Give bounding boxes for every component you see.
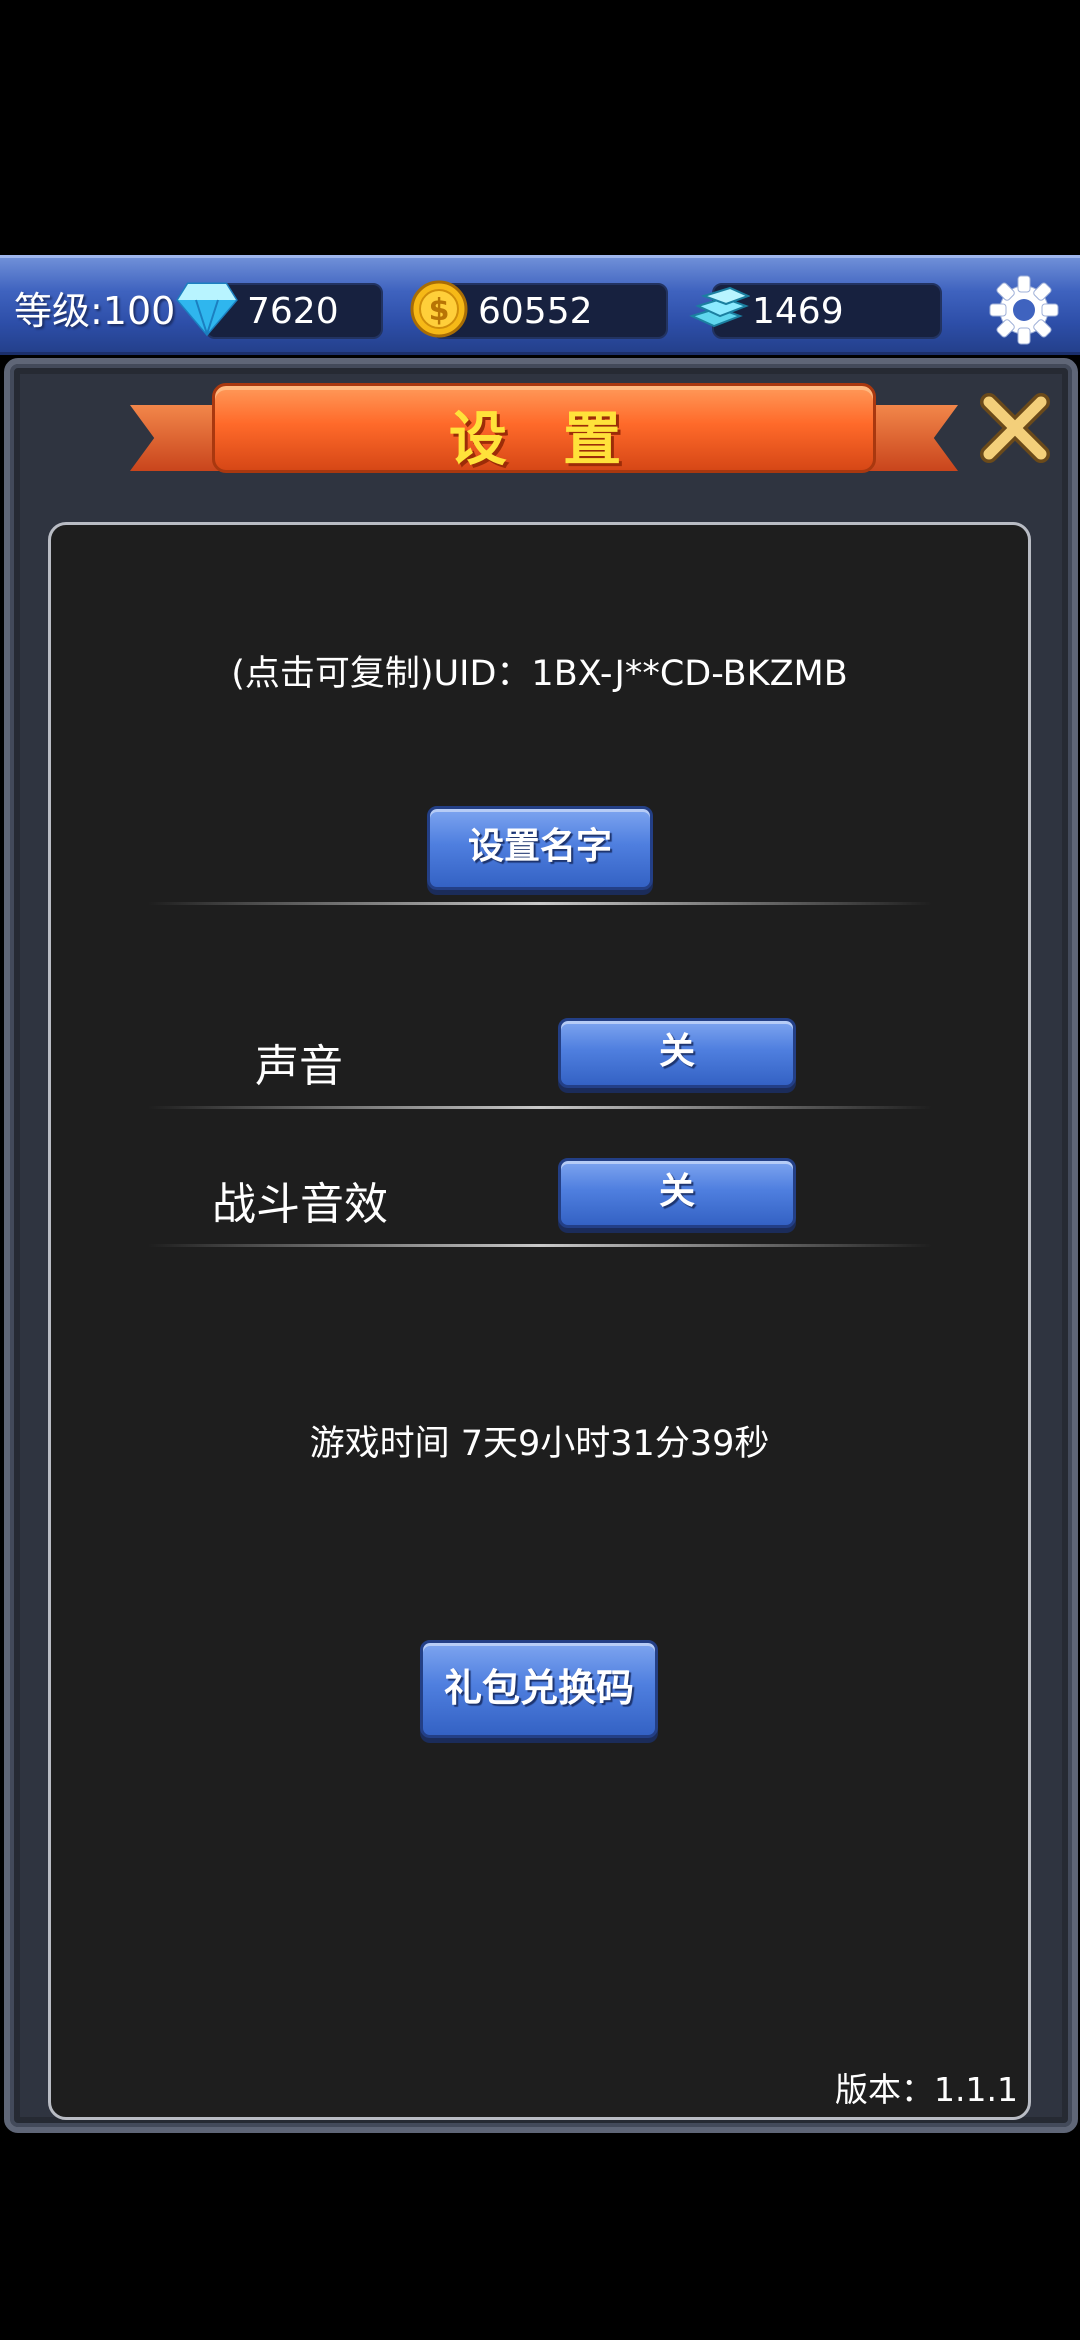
diamond-value: 7620: [247, 291, 339, 332]
battle-sfx-toggle-button[interactable]: 关: [558, 1158, 796, 1228]
settings-content: [48, 522, 1031, 2120]
sound-toggle-button[interactable]: 关: [558, 1018, 796, 1088]
svg-text:$: $: [429, 293, 450, 328]
diamond-icon: [176, 282, 238, 337]
gold-value: 60552: [478, 291, 593, 332]
set-name-button[interactable]: 设置名字: [427, 806, 653, 890]
resource-bar: 等级:100 7620 60552 $ 1469: [0, 255, 1080, 355]
divider: [148, 1106, 932, 1109]
close-x-icon[interactable]: [975, 388, 1055, 468]
title-ribbon: 设 置: [212, 383, 876, 473]
gift-code-button[interactable]: 礼包兑换码: [420, 1640, 658, 1738]
player-level: 等级:100: [14, 289, 176, 333]
dialog-title: 设 置: [448, 405, 640, 473]
blue-bars-icon: [689, 286, 750, 328]
play-time-text: 游戏时间 7天9小时31分39秒: [309, 1424, 770, 1464]
gear-icon[interactable]: [986, 272, 1062, 348]
uid-copy-text[interactable]: (点击可复制)UID：1BX-J**CD-BKZMB: [48, 645, 1031, 696]
blue-bars-value: 1469: [752, 291, 844, 332]
sound-label: 声音: [255, 1041, 343, 1092]
version-text: 版本：1.1.1: [835, 2070, 1018, 2109]
divider: [148, 902, 932, 905]
battle-sfx-label: 战斗音效: [212, 1179, 388, 1230]
divider: [148, 1244, 932, 1247]
gold-coin-icon: $: [410, 280, 468, 338]
